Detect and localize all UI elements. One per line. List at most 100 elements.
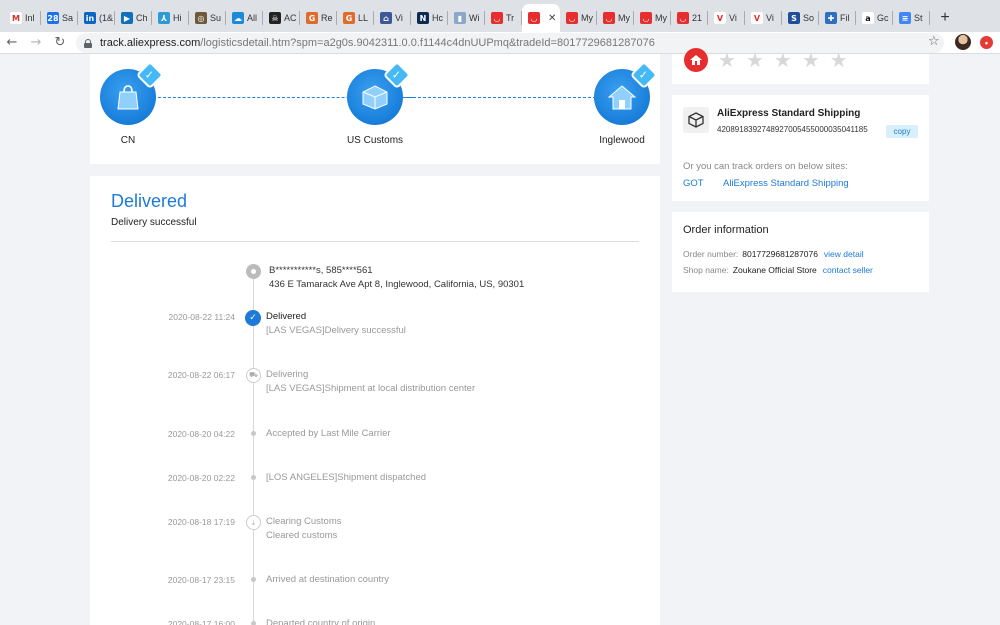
star-icon[interactable]: ★ bbox=[774, 48, 792, 72]
tab-title: All bbox=[247, 13, 258, 23]
star-icon[interactable]: ★ bbox=[746, 48, 764, 72]
browser-tab[interactable]: V Vi bbox=[708, 4, 745, 32]
browser-tab[interactable]: ◡ My bbox=[560, 4, 597, 32]
browser-tab[interactable]: ◡ My bbox=[597, 4, 634, 32]
g-icon: G bbox=[343, 12, 355, 24]
tab-title: Sa bbox=[62, 13, 74, 23]
tab-title: So bbox=[803, 13, 815, 23]
browser-tab[interactable]: ◡ ✕ bbox=[522, 4, 560, 32]
shop-name-row: Shop name: Zoukane Official Store contact … bbox=[683, 265, 873, 275]
tab-title: 21 bbox=[692, 13, 703, 23]
event-title: [LOS ANGELES]Shipment dispatched bbox=[266, 472, 427, 483]
recipient-line: B***********s, 585****561 bbox=[269, 265, 373, 276]
lock-icon bbox=[84, 38, 92, 48]
copy-button[interactable]: copy bbox=[886, 125, 918, 138]
event-title: Accepted by Last Mile Carrier bbox=[266, 428, 391, 439]
browser-tab[interactable]: ⌂ Vi bbox=[374, 4, 411, 32]
tab-title: Wi bbox=[469, 13, 480, 23]
cross-icon: ✚ bbox=[825, 12, 837, 24]
bag-icon: ✓ bbox=[100, 60, 165, 125]
browser-tab[interactable]: ▮ Wi bbox=[448, 4, 485, 32]
timeline-dot bbox=[251, 621, 256, 625]
cloud-icon: ☁ bbox=[232, 12, 244, 24]
profile-avatar[interactable] bbox=[955, 34, 971, 50]
close-tab-icon[interactable]: ✕ bbox=[548, 13, 556, 24]
order-info-title: Order information bbox=[683, 224, 769, 236]
browser-tab[interactable]: in (1& bbox=[78, 4, 115, 32]
owl-icon: ◎ bbox=[195, 12, 207, 24]
browser-tab[interactable]: ▶ Ch bbox=[115, 4, 152, 32]
browser-tab[interactable]: ✚ Fil bbox=[819, 4, 856, 32]
event-title: Arrived at destination country bbox=[266, 574, 390, 585]
contact-seller-link[interactable]: contact seller bbox=[823, 265, 873, 275]
browser-tab[interactable]: V Vi bbox=[745, 4, 782, 32]
shipping-method-card: AliExpress Standard Shipping 42089183927… bbox=[672, 95, 929, 201]
amazon-icon: a bbox=[862, 12, 874, 24]
got-link[interactable]: GOT bbox=[683, 178, 704, 189]
browser-tab[interactable]: ◡ 21 bbox=[671, 4, 708, 32]
browser-tab[interactable]: N Hc bbox=[411, 4, 448, 32]
new-tab-button[interactable]: + bbox=[930, 4, 960, 32]
browser-tab[interactable]: ◎ Su bbox=[189, 4, 226, 32]
progress-node-customs: ✓ US Customs bbox=[347, 60, 412, 146]
browser-tab[interactable]: G LL bbox=[337, 4, 374, 32]
bookmark-star-icon[interactable]: ☆ bbox=[928, 34, 940, 49]
aliexpress-shipping-link[interactable]: AliExpress Standard Shipping bbox=[723, 178, 849, 189]
docs-icon: ≡ bbox=[899, 12, 911, 24]
browser-tab[interactable]: ◡ Tr bbox=[485, 4, 522, 32]
check-circle-icon: ✓ bbox=[245, 310, 261, 326]
timeline-dot bbox=[251, 431, 256, 436]
event-title: Clearing Customs bbox=[266, 516, 342, 527]
forward-arrow-icon[interactable]: → bbox=[24, 33, 48, 53]
view-detail-link[interactable]: view detail bbox=[824, 249, 864, 259]
order-number-row: Order number: 8017729681287076 view detail bbox=[683, 249, 864, 259]
browser-tab[interactable]: ⅄ Hi bbox=[152, 4, 189, 32]
shipment-progress-card: ✓ CN ✓ US Customs ✓ Inglewood bbox=[90, 54, 660, 164]
location-pin-icon bbox=[246, 264, 261, 279]
browser-tab[interactable]: 28 Sa bbox=[41, 4, 78, 32]
star-icon[interactable]: ★ bbox=[718, 48, 736, 72]
tab-title: Inl bbox=[25, 13, 35, 23]
browser-tab[interactable]: ◡ My bbox=[634, 4, 671, 32]
app-icon: ⅄ bbox=[158, 12, 170, 24]
aliexpress-icon: ◡ bbox=[491, 12, 503, 24]
event-description: [LAS VEGAS]Shipment at local distributio… bbox=[266, 383, 476, 394]
aliexpress-icon: ◡ bbox=[528, 12, 540, 24]
event-time: 2020-08-17 23:15 bbox=[167, 575, 235, 585]
tab-title: Hi bbox=[173, 13, 182, 23]
event-time: 2020-08-18 17:19 bbox=[167, 517, 235, 527]
browser-tab[interactable]: ≡ St bbox=[893, 4, 930, 32]
browser-tab[interactable]: M Inl bbox=[4, 4, 41, 32]
truck-icon: ⛟ bbox=[246, 368, 261, 383]
browser-tab[interactable]: ☠ AC bbox=[263, 4, 300, 32]
g-icon: G bbox=[306, 12, 318, 24]
order-information-card: Order information Order number: 801772968… bbox=[672, 212, 929, 292]
shop-name: Zoukane Official Store bbox=[732, 265, 817, 275]
doc-icon: ▮ bbox=[454, 12, 466, 24]
browser-tab[interactable]: a Gc bbox=[856, 4, 893, 32]
tab-title: Tr bbox=[506, 13, 515, 23]
event-time: 2020-08-20 04:22 bbox=[167, 429, 235, 439]
rating-stars[interactable]: ★ ★ ★ ★ ★ bbox=[718, 48, 848, 72]
browser-tab[interactable]: S So bbox=[782, 4, 819, 32]
browser-tab[interactable]: G Re bbox=[300, 4, 337, 32]
tab-title: Su bbox=[210, 13, 222, 23]
event-description: Cleared customs bbox=[266, 530, 338, 541]
event-title: Departed country of origin bbox=[266, 618, 376, 625]
aliexpress-icon: ◡ bbox=[677, 12, 689, 24]
v-icon: V bbox=[714, 12, 726, 24]
tab-title: Vi bbox=[766, 13, 774, 23]
event-description: [LAS VEGAS]Delivery successful bbox=[266, 325, 406, 336]
url-text: track.aliexpress.com/logisticsdetail.htm… bbox=[100, 37, 655, 49]
reload-icon[interactable]: ↻ bbox=[48, 33, 72, 53]
progress-node-destination: ✓ Inglewood bbox=[594, 60, 659, 146]
star-icon[interactable]: ★ bbox=[830, 48, 848, 72]
aliexpress-icon: ◡ bbox=[640, 12, 652, 24]
browser-tab[interactable]: ☁ All bbox=[226, 4, 263, 32]
address-line: 436 E Tamarack Ave Apt 8, Inglewood, Cal… bbox=[269, 279, 525, 290]
star-icon[interactable]: ★ bbox=[802, 48, 820, 72]
linkedin-icon: in bbox=[84, 12, 96, 24]
tab-title: My bbox=[655, 13, 667, 23]
extension-icon[interactable]: • bbox=[980, 36, 993, 49]
back-arrow-icon[interactable]: ← bbox=[0, 33, 24, 53]
